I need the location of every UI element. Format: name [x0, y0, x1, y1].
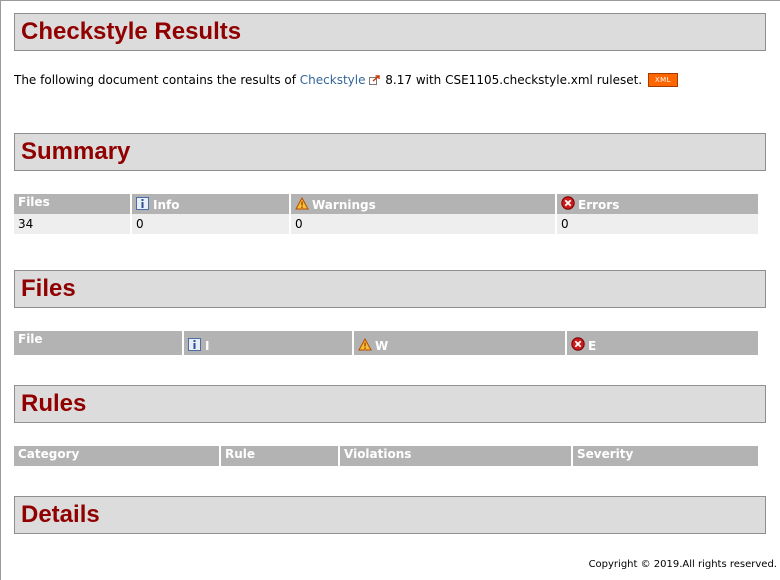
files-heading: Files	[21, 275, 76, 302]
external-link-icon	[369, 74, 381, 85]
col-e: E	[567, 331, 758, 355]
files-section-header: Files	[14, 270, 766, 308]
page-title: Checkstyle Results	[21, 18, 242, 45]
intro-suffix: 8.17 with CSE1105.checkstyle.xml ruleset…	[381, 73, 643, 87]
col-errors-label: Errors	[578, 198, 620, 212]
col-i: I	[184, 331, 352, 355]
xml-badge[interactable]: XML	[647, 73, 678, 87]
details-heading: Details	[21, 501, 100, 528]
col-severity: Severity	[573, 446, 758, 466]
col-w-label: W	[375, 339, 389, 353]
details-section-header: Details	[14, 496, 766, 534]
intro-text: The following document contains the resu…	[14, 73, 678, 87]
intro-prefix: The following document contains the resu…	[14, 73, 300, 87]
summary-header-row: Files Info Warnings Errors	[14, 194, 758, 214]
col-category: Category	[14, 446, 219, 466]
summary-errors-count: 0	[557, 214, 758, 234]
col-w: W	[354, 331, 565, 355]
checkstyle-link[interactable]: Checkstyle	[300, 73, 366, 87]
summary-info-count: 0	[132, 214, 289, 234]
summary-heading: Summary	[21, 138, 131, 165]
rules-heading: Rules	[21, 390, 87, 417]
warning-icon	[295, 196, 309, 210]
files-table: File I W E	[12, 331, 760, 355]
error-icon	[571, 337, 585, 351]
summary-section-header: Summary	[14, 133, 766, 171]
summary-table: Files Info Warnings Errors 34 0 0 0	[12, 194, 760, 234]
info-icon	[188, 338, 201, 351]
warning-icon	[358, 337, 372, 351]
files-header-row: File I W E	[14, 331, 758, 355]
col-i-label: I	[205, 339, 210, 353]
summary-files-count: 34	[14, 214, 130, 234]
rules-header-row: Category Rule Violations Severity	[14, 446, 758, 466]
col-violations: Violations	[340, 446, 571, 466]
col-rule: Rule	[221, 446, 338, 466]
col-errors: Errors	[557, 194, 758, 214]
col-warnings: Warnings	[291, 194, 555, 214]
col-e-label: E	[588, 339, 597, 353]
copyright-footer: Copyright © 2019.All rights reserved.	[588, 559, 777, 570]
summary-data-row: 34 0 0 0	[14, 214, 758, 234]
info-icon	[136, 197, 149, 210]
col-info: Info	[132, 194, 289, 214]
rules-section-header: Rules	[14, 385, 766, 423]
col-info-label: Info	[153, 198, 180, 212]
summary-warnings-count: 0	[291, 214, 555, 234]
col-warnings-label: Warnings	[312, 198, 376, 212]
error-icon	[561, 196, 575, 210]
rules-table: Category Rule Violations Severity	[12, 446, 760, 466]
col-file: File	[14, 331, 182, 355]
title-bar: Checkstyle Results	[14, 13, 766, 51]
col-files: Files	[14, 194, 130, 214]
